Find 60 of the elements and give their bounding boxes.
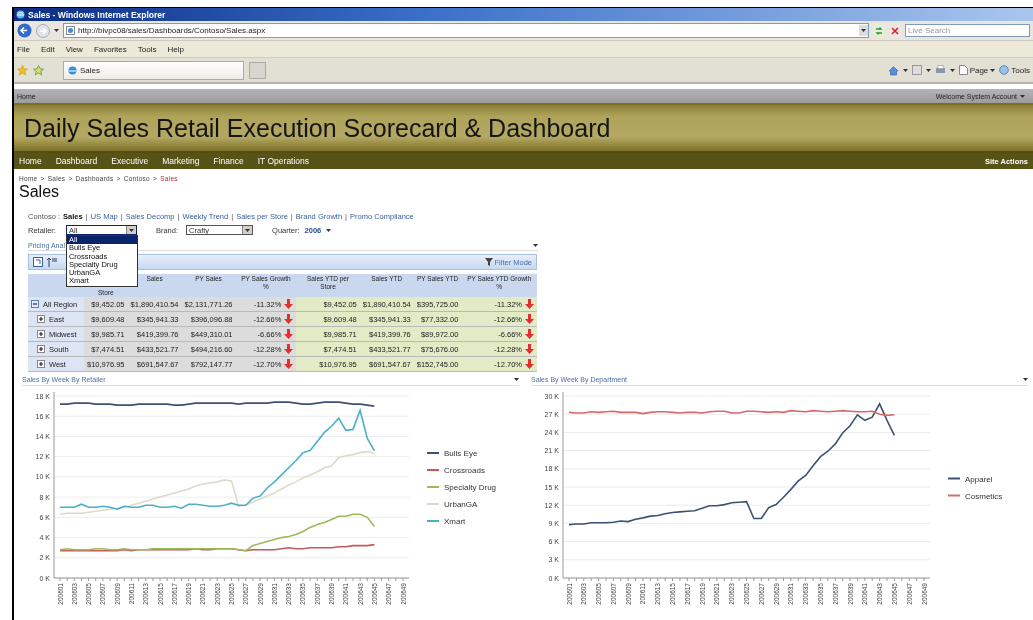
menu-item[interactable]: File bbox=[17, 44, 30, 54]
star-icon[interactable] bbox=[17, 64, 28, 76]
expand-icon[interactable] bbox=[37, 315, 45, 323]
expand-icon[interactable] bbox=[37, 360, 45, 368]
document-icon bbox=[958, 65, 968, 75]
nav-link[interactable]: Executive bbox=[111, 156, 149, 166]
stop-icon[interactable] bbox=[889, 24, 901, 37]
add-favorite-icon[interactable] bbox=[33, 64, 44, 76]
caret-icon bbox=[128, 228, 134, 232]
caret-icon bbox=[949, 68, 955, 72]
legend-label: UrbanGA bbox=[444, 500, 478, 509]
nav-link[interactable]: Marketing bbox=[162, 156, 200, 166]
expand-icon[interactable] bbox=[37, 330, 45, 338]
legend-label: Bulls Eye bbox=[444, 449, 478, 458]
legend-label: Cosmetics bbox=[965, 491, 1003, 501]
quarter-caret-icon bbox=[326, 228, 332, 232]
history-caret-icon bbox=[54, 29, 59, 32]
web-part-menu-icon bbox=[1023, 378, 1028, 381]
site-title: Daily Sales Retail Execution Scorecard & Dashboard bbox=[24, 113, 611, 143]
collapse-icon[interactable] bbox=[31, 300, 39, 308]
legend-swatch bbox=[947, 477, 961, 480]
expand-icon[interactable] bbox=[37, 345, 45, 353]
caret-icon bbox=[925, 68, 931, 72]
browser-logo-icon bbox=[16, 10, 25, 19]
page-icon bbox=[66, 26, 75, 35]
forward-button[interactable] bbox=[36, 23, 50, 38]
nav-link[interactable]: Finance bbox=[213, 156, 244, 166]
caret-icon bbox=[861, 29, 866, 32]
search-field[interactable]: Live Search bbox=[905, 24, 1030, 37]
menu-item[interactable]: Help bbox=[167, 44, 184, 54]
window-title: Sales - Windows Internet Explorer bbox=[28, 9, 166, 20]
menu-item[interactable]: View bbox=[65, 44, 83, 54]
page-title: Sales bbox=[19, 183, 61, 201]
menu-item[interactable]: Tools bbox=[137, 44, 157, 54]
menu-item[interactable]: Edit bbox=[40, 44, 55, 54]
nav-link[interactable]: Dashboard bbox=[55, 156, 98, 166]
address-field[interactable]: http://bivpc08/sales/Dashboards/Contoso/Sales.aspx bbox=[63, 23, 869, 38]
command-button[interactable]: Page bbox=[958, 65, 996, 75]
caret-icon bbox=[1020, 94, 1025, 98]
print-icon[interactable] bbox=[934, 65, 946, 75]
home-icon[interactable] bbox=[887, 64, 899, 76]
filter-icon bbox=[485, 258, 494, 266]
caret-icon bbox=[902, 68, 908, 72]
back-button[interactable] bbox=[17, 23, 32, 38]
nav-link[interactable]: IT Operations bbox=[257, 156, 310, 166]
caret-icon bbox=[990, 68, 996, 72]
sort-icon[interactable] bbox=[46, 257, 57, 267]
command-button[interactable]: Tools bbox=[999, 65, 1030, 75]
web-part-menu-icon bbox=[533, 244, 538, 247]
legend-label: Xmart bbox=[444, 517, 466, 526]
legend-label: Apparel bbox=[965, 474, 993, 484]
legend-label: Crossroads bbox=[444, 466, 485, 475]
caret-icon bbox=[245, 228, 251, 232]
menu-item[interactable]: Favorites bbox=[93, 44, 127, 54]
nav-link[interactable]: Home bbox=[19, 156, 42, 166]
page-icon bbox=[68, 65, 77, 75]
web-part-menu-icon bbox=[514, 378, 519, 381]
legend-label: Specialty Drug bbox=[444, 483, 497, 492]
browser-tab[interactable]: Sales bbox=[63, 60, 244, 80]
legend-swatch bbox=[947, 494, 961, 497]
